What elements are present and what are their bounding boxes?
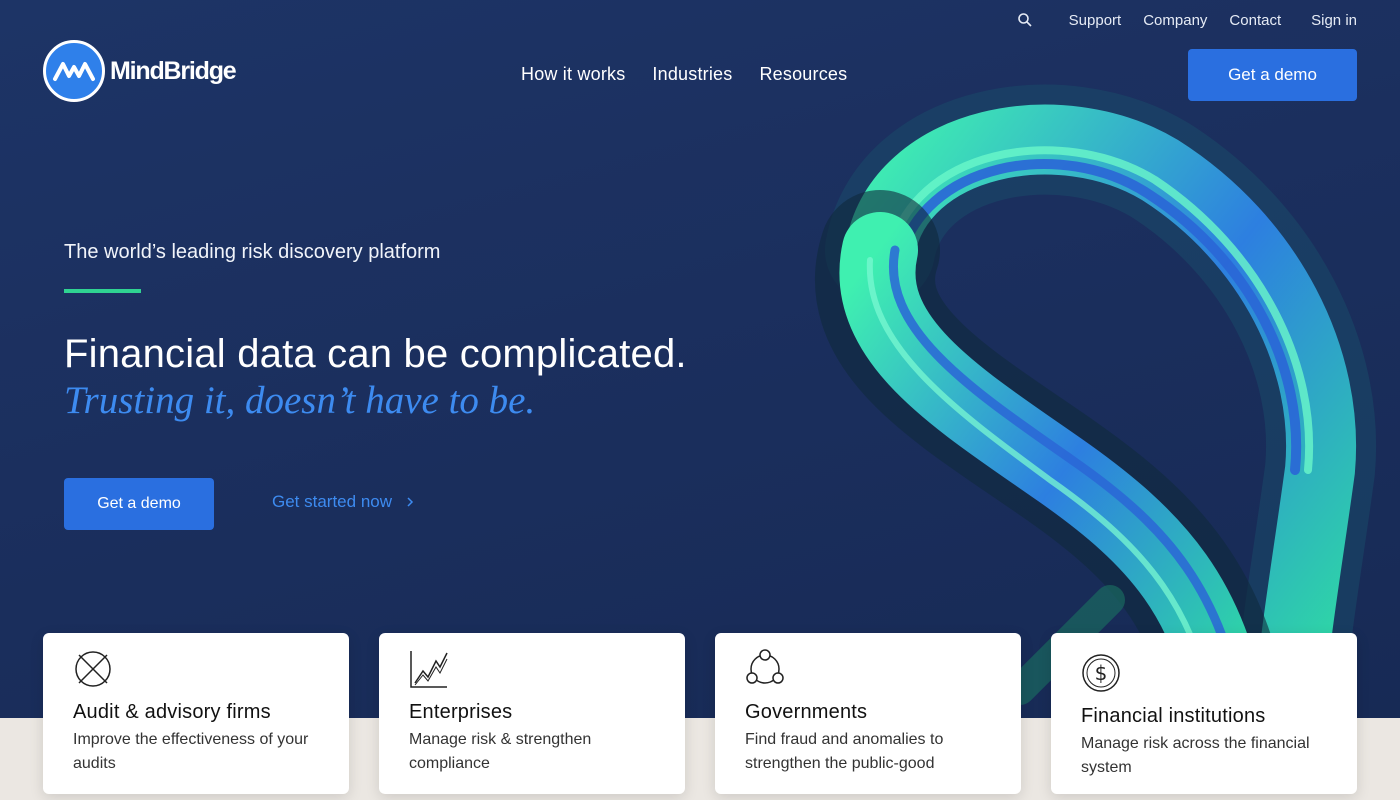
brand-logo[interactable]: MindBridge xyxy=(43,40,237,102)
card-description: Find fraud and anomalies to strengthen t… xyxy=(745,731,944,772)
card-description: Manage risk & strengthen compliance xyxy=(409,731,592,772)
nav-how-it-works[interactable]: How it works xyxy=(521,64,625,85)
brand-name: MindBridge xyxy=(110,56,237,85)
card-governments[interactable]: Governments Find fraud and anomalies to … xyxy=(715,633,1021,794)
chevron-right-icon xyxy=(406,496,414,508)
get-started-label: Get started now xyxy=(272,492,393,511)
nav-support-link[interactable]: Support xyxy=(1069,12,1122,29)
hero-headline: Financial data can be complicated. xyxy=(64,332,687,376)
network-nodes-icon xyxy=(745,649,785,689)
hero-eyebrow: The world’s leading risk discovery platf… xyxy=(64,241,441,263)
card-title: Financial institutions xyxy=(1081,705,1266,727)
nav-contact-link[interactable]: Contact xyxy=(1229,12,1281,29)
sign-in-link[interactable]: Sign in xyxy=(1311,12,1357,29)
card-title: Governments xyxy=(745,701,868,723)
svg-text:$: $ xyxy=(1095,661,1108,685)
card-title: Enterprises xyxy=(409,701,513,723)
card-description: Improve the effectiveness of your audits xyxy=(73,731,309,772)
line-chart-icon xyxy=(409,649,449,689)
main-nav: How it works Industries Resources xyxy=(521,64,874,85)
logo-mark-icon xyxy=(43,40,105,102)
card-audit-advisory[interactable]: Audit & advisory firms Improve the effec… xyxy=(43,633,349,794)
accent-divider xyxy=(64,289,141,293)
utility-nav: Support Company Contact Sign in xyxy=(1017,9,1357,31)
header-get-demo-button[interactable]: Get a demo xyxy=(1188,49,1357,101)
get-started-link[interactable]: Get started now xyxy=(272,492,414,512)
hero-get-demo-button[interactable]: Get a demo xyxy=(64,478,214,530)
card-enterprises[interactable]: Enterprises Manage risk & strengthen com… xyxy=(379,633,685,794)
hero-section: Support Company Contact Sign in MindBrid… xyxy=(0,0,1400,718)
card-financial-institutions[interactable]: $ Financial institutions Manage risk acr… xyxy=(1051,633,1357,794)
target-circle-icon xyxy=(73,649,113,689)
nav-industries[interactable]: Industries xyxy=(652,64,732,85)
card-title: Audit & advisory firms xyxy=(73,701,271,723)
nav-resources[interactable]: Resources xyxy=(759,64,847,85)
dollar-coin-icon: $ xyxy=(1081,653,1121,693)
nav-company-link[interactable]: Company xyxy=(1143,12,1207,29)
hero-subhead: Trusting it, doesn’t have to be. xyxy=(64,379,536,422)
search-icon[interactable] xyxy=(1017,12,1033,28)
card-description: Manage risk across the financial system xyxy=(1081,735,1310,776)
